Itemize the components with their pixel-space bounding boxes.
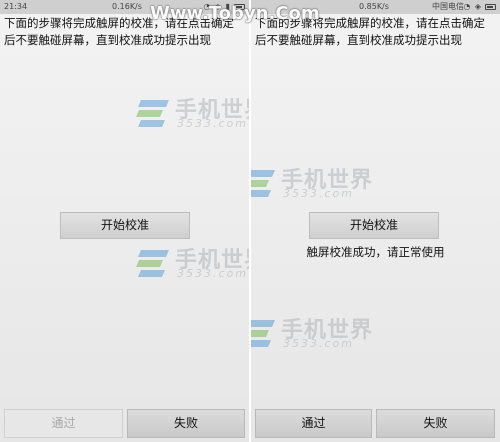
status-time: 21:34 [4, 2, 28, 11]
right-screen: 0.85K/s 中国电信 ◔ ◈ 下面的步骤将完成触屏的校准，请在点击确定后不要… [251, 0, 500, 442]
watermark-logo: 手机世界 3533.com [135, 242, 249, 286]
watermark-logo: 手机世界 3533.com [251, 312, 381, 356]
fail-button[interactable]: 失败 [376, 409, 495, 438]
start-calibration-button[interactable]: 开始校准 [60, 212, 190, 239]
watermark-logo-icon [251, 320, 275, 347]
watermark-num: 3533.com [283, 187, 354, 200]
calibration-success-message: 触屏校准成功，请正常使用 [306, 245, 445, 259]
watermark-logo-icon [136, 100, 169, 127]
status-carrier: 中国电信 [432, 2, 464, 11]
watermark-num: 3533.com [177, 267, 248, 280]
left-screen: 21:34 0.16K/s ◔ ◈ ▮ 下面的步骤将完成触屏的校准，请在点击确定… [0, 0, 249, 442]
pass-button[interactable]: 通过 [255, 409, 372, 438]
status-icons: ◔ ◈ [463, 2, 482, 11]
watermark-logo-icon [136, 250, 169, 277]
status-network-speed: 0.16K/s [112, 2, 142, 11]
pass-button[interactable]: 通过 [4, 409, 123, 438]
status-network-speed: 0.85K/s [359, 2, 389, 11]
watermark-num: 3533.com [283, 337, 354, 350]
fail-button[interactable]: 失败 [127, 409, 245, 438]
site-watermark: Www.Tobyn.Com [150, 3, 320, 24]
battery-icon [485, 4, 496, 10]
watermark-logo: 手机世界 3533.com [251, 162, 381, 206]
start-calibration-button[interactable]: 开始校准 [309, 212, 439, 239]
watermark-logo-icon [251, 170, 275, 197]
watermark-logo: 手机世界 3533.com [135, 92, 249, 136]
watermark-num: 3533.com [177, 117, 248, 130]
